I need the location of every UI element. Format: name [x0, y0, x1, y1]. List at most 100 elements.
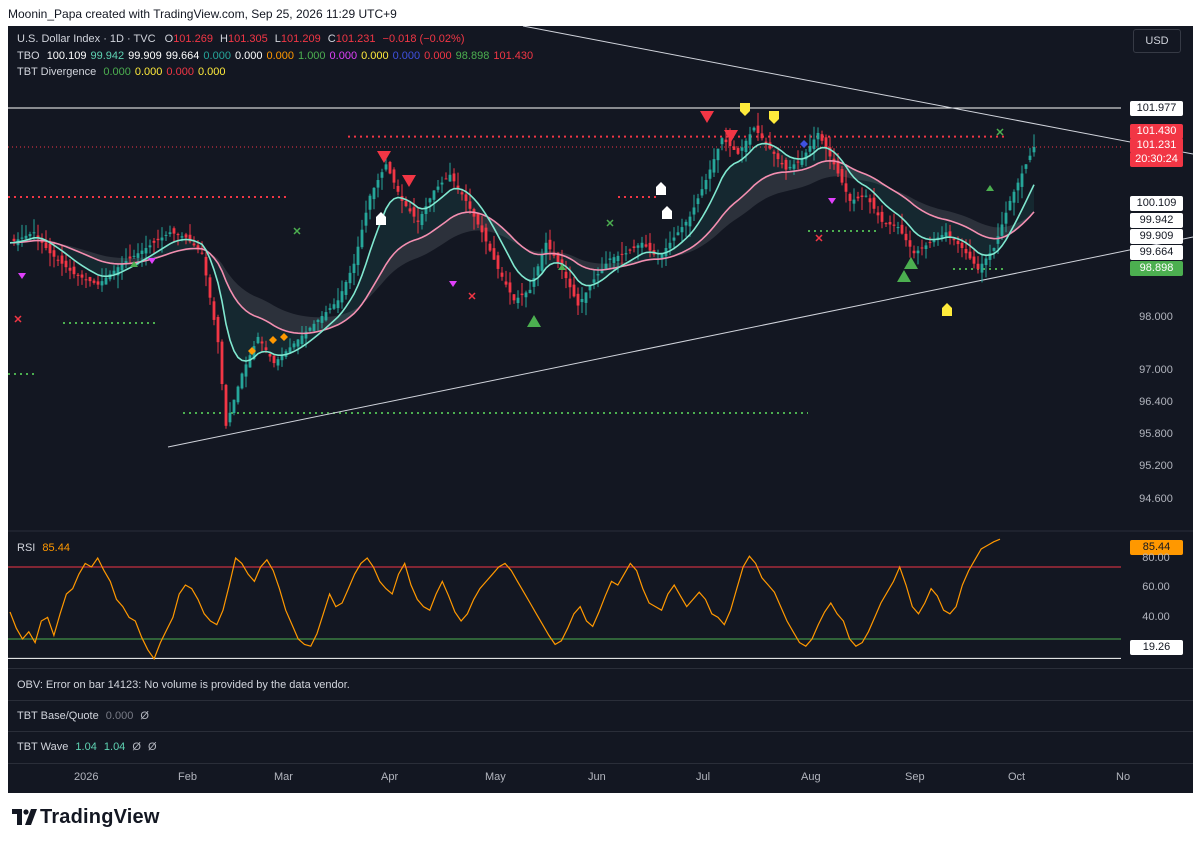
chart-frame[interactable]: U.S. Dollar Index · 1D · TVC O101.269 H1… — [8, 26, 1193, 793]
wave-value-1: 1.04 — [75, 741, 97, 753]
candle-body — [164, 234, 168, 236]
candle-body — [880, 211, 884, 222]
obv-error: OBV: Error on bar 14123: No volume is pr… — [17, 679, 350, 691]
candle-body — [232, 399, 236, 413]
candle-body — [412, 207, 416, 217]
candle-body — [760, 133, 764, 139]
tbo-value: 100.109 — [46, 50, 87, 62]
candle-body — [1020, 173, 1024, 187]
candle-body — [820, 134, 824, 141]
candle-body — [788, 166, 792, 169]
candle-body — [376, 180, 380, 188]
candle-body — [688, 216, 692, 227]
candle-body — [812, 139, 816, 150]
chart-canvas[interactable] — [8, 26, 1193, 793]
base-quote-legend[interactable]: TBT Base/Quote 0.000 Ø — [17, 710, 149, 722]
wave-value-2: 1.04 — [103, 741, 126, 753]
candle-body — [112, 270, 116, 275]
pane-divider[interactable] — [8, 700, 1193, 701]
candle-body — [328, 308, 332, 310]
tbo-value: 0.000 — [203, 50, 231, 62]
candle-body — [584, 292, 588, 303]
currency-button[interactable]: USD — [1133, 29, 1181, 53]
price-tick: 96.400 — [1139, 396, 1173, 408]
candle-body — [592, 279, 596, 283]
tbo-legend[interactable]: TBO 100.109 99.942 99.909 99.664 0.000 0.000 0… — [17, 50, 533, 62]
pane-divider[interactable] — [8, 731, 1193, 732]
divergence-legend[interactable]: TBT Divergence 0.000 0.000 0.000 0.000 — [17, 66, 225, 78]
candle-body — [580, 299, 584, 303]
candle-body — [568, 278, 572, 288]
candle-body — [1024, 164, 1028, 169]
candle-body — [340, 291, 344, 303]
wave-label: TBT Wave — [17, 741, 69, 753]
tbo-slow-tag: 99.909 — [1130, 229, 1183, 244]
tbo-slowest-tag: 99.664 — [1130, 245, 1183, 260]
candle-body — [436, 186, 440, 190]
candle-body — [724, 139, 728, 143]
candle-body — [548, 239, 552, 250]
candle-body — [488, 243, 492, 251]
price-tick: 98.000 — [1139, 311, 1173, 323]
time-axis-divider — [8, 763, 1193, 764]
header-bar: Moonin_Papa created with TradingView.com… — [0, 0, 1200, 26]
candle-body — [536, 266, 540, 276]
tbo-value: 99.942 — [90, 50, 125, 62]
tbo-value: 98.898 — [455, 50, 490, 62]
divergence-small-icon — [449, 281, 457, 287]
candle-body — [596, 274, 600, 276]
candle-body — [320, 316, 324, 323]
candle-body — [148, 245, 152, 248]
candle-body — [204, 256, 208, 276]
time-label: Jul — [696, 771, 711, 783]
entry-cross-icon — [606, 219, 614, 227]
candle-body — [292, 343, 296, 348]
tbo-value: 0.000 — [234, 50, 263, 62]
tbo-mid-tag: 99.942 — [1130, 213, 1183, 228]
candle-body — [676, 232, 680, 236]
candle-body — [420, 214, 424, 226]
candle-body — [200, 252, 204, 254]
descending-trendline — [522, 26, 1193, 155]
candle-body — [316, 319, 320, 323]
candle-body — [216, 316, 220, 343]
candle-body — [384, 164, 388, 170]
candle-body — [952, 238, 956, 241]
pane-divider[interactable] — [8, 668, 1193, 669]
candle-body — [156, 238, 160, 241]
candle-body — [480, 225, 484, 233]
candle-body — [924, 245, 928, 249]
candle-body — [324, 312, 328, 321]
ascending-trendline — [167, 236, 1193, 448]
divergence-values: 0.000 0.000 0.000 0.000 — [99, 66, 225, 78]
divergence-value: 0.000 — [103, 66, 131, 78]
candle-body — [1016, 182, 1020, 191]
candle-body — [636, 245, 640, 248]
candle-body — [852, 199, 856, 204]
candle-body — [956, 241, 960, 245]
last-price-tag: 101.231 — [1130, 138, 1183, 153]
rsi-legend[interactable]: RSI 85.44 — [17, 542, 70, 554]
sell-signal-icon — [402, 175, 416, 187]
base-quote-label: TBT Base/Quote — [17, 710, 99, 722]
candle-body — [704, 180, 708, 190]
candle-body — [744, 140, 748, 153]
wave-legend[interactable]: TBT Wave 1.04 1.04 Ø Ø — [17, 741, 157, 753]
candle-body — [344, 282, 348, 295]
rsi-label: RSI — [17, 542, 36, 554]
tradingview-brand[interactable]: TradingView — [12, 806, 172, 830]
candle-body — [796, 161, 800, 163]
candle-body — [528, 289, 532, 294]
candle-body — [980, 263, 984, 273]
wave-symbol-2: Ø — [148, 741, 157, 753]
divergence-small-icon — [148, 258, 156, 264]
candle-body — [932, 240, 936, 243]
symbol-legend[interactable]: U.S. Dollar Index · 1D · TVC O101.269 H1… — [17, 33, 464, 45]
candle-body — [800, 159, 804, 165]
candle-body — [864, 195, 868, 197]
tbo-value: 0.000 — [266, 50, 295, 62]
candle-body — [1012, 191, 1016, 203]
rsi-low-tag: 19.26 — [1130, 640, 1183, 655]
tbo-value: 0.000 — [361, 50, 389, 62]
candle-body — [576, 293, 580, 306]
